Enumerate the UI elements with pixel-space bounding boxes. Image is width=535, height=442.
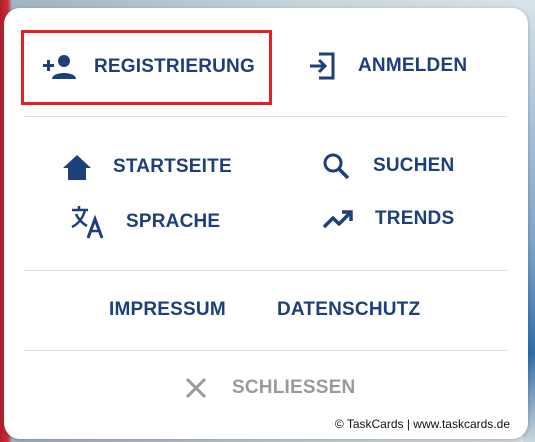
divider-top: [24, 116, 508, 117]
trends-label: TRENDS: [375, 208, 455, 229]
login-label: ANMELDEN: [358, 55, 468, 76]
language-label: SPRACHE: [126, 211, 221, 232]
search-button[interactable]: SUCHEN: [322, 152, 454, 180]
language-button[interactable]: SPRACHE: [70, 205, 220, 239]
home-icon: [63, 155, 91, 180]
close-button[interactable]: SCHLIESSEN: [184, 376, 355, 400]
navigation-menu-dialog: REGISTRIERUNG ANMELDEN STARTSEITE SUCHEN: [4, 8, 528, 439]
privacy-link[interactable]: DATENSCHUTZ: [277, 299, 420, 321]
login-icon: [310, 52, 335, 80]
search-label: SUCHEN: [373, 155, 455, 176]
privacy-label: DATENSCHUTZ: [277, 299, 421, 320]
home-button[interactable]: STARTSEITE: [62, 153, 232, 181]
close-icon: [185, 377, 207, 399]
imprint-link[interactable]: IMPRESSUM: [109, 299, 226, 321]
trending-up-icon: [322, 210, 353, 229]
register-button[interactable]: REGISTRIERUNG: [40, 53, 255, 81]
login-button[interactable]: ANMELDEN: [308, 51, 467, 81]
divider-middle: [24, 270, 508, 271]
register-label: REGISTRIERUNG: [94, 56, 255, 77]
trends-button[interactable]: TRENDS: [322, 207, 454, 231]
imprint-label: IMPRESSUM: [109, 299, 226, 320]
translate-icon: [71, 206, 104, 239]
person-add-icon: [43, 55, 76, 79]
footer-credit: © TaskCards | www.taskcards.de: [334, 417, 510, 431]
search-icon: [323, 153, 350, 180]
divider-bottom: [24, 350, 508, 351]
close-label: SCHLIESSEN: [232, 377, 356, 398]
home-label: STARTSEITE: [113, 156, 232, 177]
